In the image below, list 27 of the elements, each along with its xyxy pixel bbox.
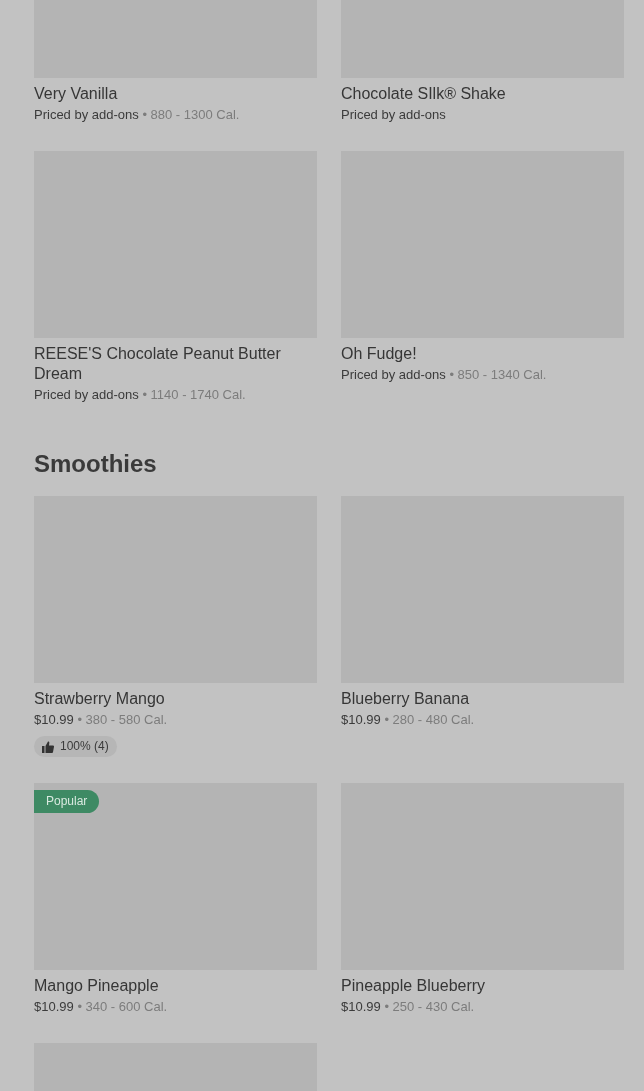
item-calories: • 280 - 480 Cal. xyxy=(383,711,475,729)
item-price: $10.99 xyxy=(341,998,381,1016)
item-price: Priced by add-ons xyxy=(341,106,446,124)
item-name[interactable]: Strawberry Mango xyxy=(34,689,317,709)
item-name[interactable]: Oh Fudge! xyxy=(341,344,624,364)
item-price: Priced by add-ons xyxy=(34,386,139,404)
item-name[interactable]: REESE'S Chocolate Peanut Butter Dream xyxy=(34,344,317,384)
item-price: $10.99 xyxy=(34,711,74,729)
item-price: Priced by add-ons xyxy=(341,366,446,384)
item-price: $10.99 xyxy=(34,998,74,1016)
popular-badge: Popular xyxy=(34,790,100,813)
section-heading: Smoothies xyxy=(34,449,158,479)
item-name[interactable]: Very Vanilla xyxy=(34,84,317,104)
item-calories: • 380 - 580 Cal. xyxy=(76,711,168,729)
item-name[interactable]: Blueberry Banana xyxy=(341,689,624,709)
item-price: Priced by add-ons xyxy=(34,106,139,124)
item-name[interactable]: Mango Pineapple xyxy=(34,976,317,996)
item-calories: • 250 - 430 Cal. xyxy=(383,998,475,1016)
rating-badge: 100% (4) xyxy=(34,736,117,757)
item-calories: • 880 - 1300 Cal. xyxy=(141,106,240,124)
item-name[interactable]: Pineapple Blueberry xyxy=(341,976,624,996)
item-calories: • 850 - 1340 Cal. xyxy=(448,366,547,384)
item-calories: • 340 - 600 Cal. xyxy=(76,998,168,1016)
item-calories: • 1140 - 1740 Cal. xyxy=(141,386,246,404)
thumbs-up-icon xyxy=(42,740,54,753)
item-name[interactable]: Chocolate SIlk® Shake xyxy=(341,84,624,104)
item-price: $10.99 xyxy=(341,711,381,729)
